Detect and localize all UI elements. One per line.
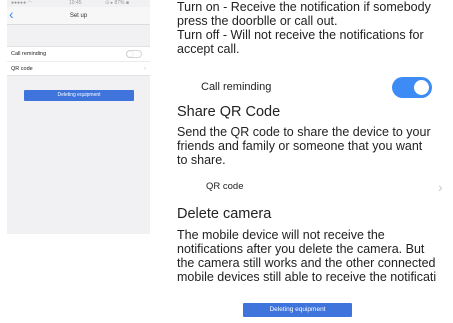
turn-on-line-1: Turn on - Receive the notification if so…: [177, 0, 431, 14]
chevron-right-icon[interactable]: ›: [438, 179, 443, 195]
delete-text-line-3: the camera still works and the other con…: [177, 256, 436, 270]
delete-camera-heading: Delete camera: [177, 206, 272, 222]
turn-on-line-2: press the doorblle or call out.: [177, 14, 338, 28]
call-reminding-label: Call reminding: [201, 81, 272, 93]
turn-off-line-1: Turn off - Will not receive the notifica…: [177, 28, 424, 42]
toggle-knob: [414, 80, 429, 95]
share-text-line-1: Send the QR code to share the device to …: [177, 125, 431, 139]
turn-off-line-2: accept call.: [177, 42, 240, 56]
delete-equipment-button[interactable]: Deleting equipment: [24, 90, 134, 101]
call-reminding-label: Call reminding: [11, 51, 47, 57]
share-text-line-3: to share.: [177, 153, 226, 167]
qr-code-label[interactable]: QR code: [206, 181, 244, 192]
delete-text-line-1: The mobile device will not receive the: [177, 228, 385, 242]
page-title: Set up: [69, 13, 88, 19]
qr-code-row[interactable]: QR code ›: [7, 61, 150, 75]
status-carrier: ●●●●● ◠: [11, 0, 32, 6]
delete-text-line-2: notifications after you delete the camer…: [177, 242, 425, 256]
call-reminding-row: Call reminding: [7, 47, 150, 61]
status-system: ⊙ ▸ 87% ■: [105, 0, 129, 6]
share-qr-heading: Share QR Code: [177, 104, 281, 120]
delete-equipment-button[interactable]: Deleting equipment: [243, 303, 352, 317]
status-bar: ●●●●● ◠ 10:45 ⊙ ▸ 87% ■: [7, 0, 150, 7]
status-time: 10:45: [69, 0, 82, 6]
share-text-line-2: friends and family or someone that you w…: [177, 139, 423, 153]
toggle-knob: [127, 51, 133, 57]
delete-text-line-4: mobile devices still able to receive the…: [177, 270, 437, 284]
qr-code-label: QR code: [11, 66, 33, 72]
call-reminding-toggle[interactable]: [126, 50, 142, 58]
call-reminding-toggle[interactable]: [392, 77, 432, 98]
nav-bar: ‹ Set up: [7, 6, 150, 25]
phone-screenshot: ●●●●● ◠ 10:45 ⊙ ▸ 87% ■ ‹ Set up Call re…: [7, 0, 150, 234]
settings-list: Call reminding QR code ›: [7, 46, 150, 76]
chevron-right-icon: ›: [144, 66, 146, 72]
